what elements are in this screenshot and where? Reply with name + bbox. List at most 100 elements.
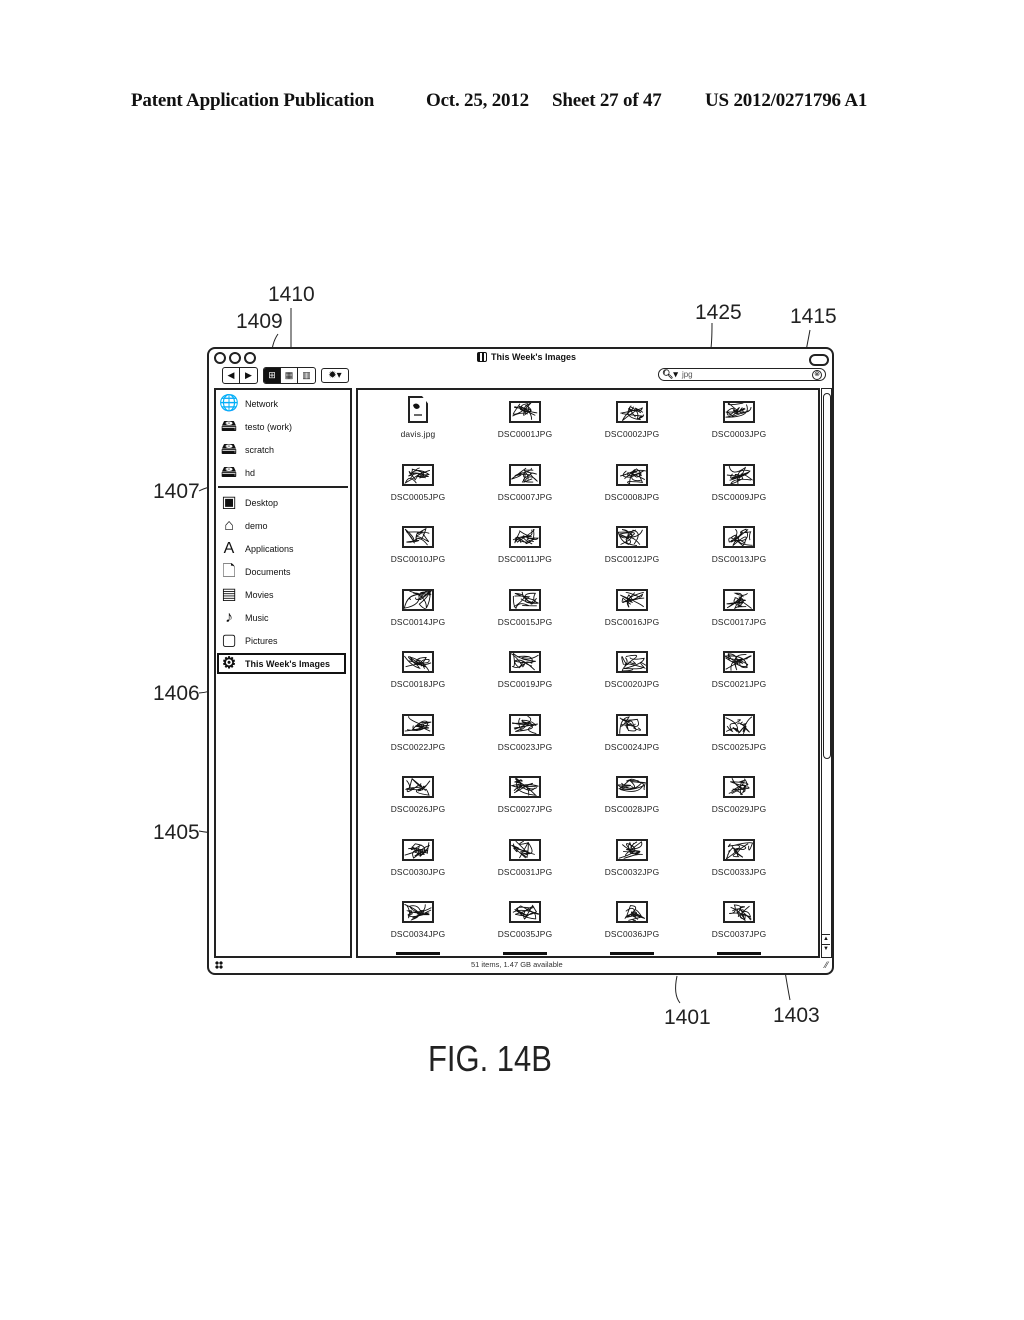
close-button[interactable] — [214, 352, 226, 364]
file-name: DSC0020JPG — [604, 679, 660, 689]
sidebar-item-movies[interactable]: ▤ Movies — [219, 584, 347, 605]
file-name: DSC0030JPG — [390, 866, 446, 877]
clear-search-icon[interactable]: ⊗ — [812, 369, 822, 380]
image-thumbnail-icon — [402, 526, 434, 548]
status-text: 51 items, 1.47 GB available — [471, 960, 563, 969]
file-item[interactable]: DSC0036JPG — [582, 896, 682, 939]
resize-grip-icon[interactable]: ⁄⁄ — [825, 960, 828, 970]
sidebar-item-documents[interactable]: 🗋 Documents — [219, 561, 347, 582]
image-thumbnail-icon — [723, 776, 755, 798]
globe-icon: 🌐 — [219, 394, 239, 412]
file-name: DSC0011JPG — [498, 554, 552, 564]
file-name: davis.jpg — [400, 429, 436, 439]
file-item[interactable]: DSC0023JPG — [475, 709, 575, 752]
file-item[interactable]: DSC0007JPG — [475, 459, 575, 502]
file-item[interactable]: DSC0015JPG — [475, 584, 575, 627]
file-item[interactable]: DSC0021JPG — [689, 646, 789, 689]
file-item[interactable]: DSC0035JPG — [475, 896, 575, 939]
search-icon[interactable]: 🔍︎▾ — [662, 369, 678, 380]
search-field[interactable]: 🔍︎▾ jpg ⊗ — [658, 368, 826, 381]
file-item[interactable]: DSC0025JPG — [689, 709, 789, 752]
file-item[interactable]: DSC0030JPG — [368, 834, 468, 877]
sidebar-item-hd[interactable]: 🖴 hd — [219, 462, 347, 483]
image-thumbnail-icon — [402, 838, 434, 861]
file-item[interactable]: DSC0001JPG — [475, 396, 575, 439]
file-item[interactable]: DSC0011JPG — [475, 521, 575, 564]
file-item[interactable]: DSC0018JPG — [368, 646, 468, 689]
file-item[interactable]: DSC0014JPG — [368, 584, 468, 627]
action-menu-button[interactable]: ✹▾ — [321, 368, 349, 383]
sidebar-item-music[interactable]: ♪ Music — [219, 607, 347, 628]
image-thumbnail-icon — [723, 713, 755, 736]
sidebar-item-label: testo (work) — [245, 421, 293, 432]
file-item[interactable]: DSC0034JPG — [368, 896, 468, 939]
sidebar-item-this-week-s-images[interactable]: ⚙ This Week's Images — [217, 653, 346, 674]
image-thumbnail-icon — [723, 838, 755, 861]
column-view-button[interactable]: ▥ — [298, 368, 315, 383]
sidebar-item-desktop[interactable]: ▣ Desktop — [219, 492, 347, 513]
list-view-button[interactable]: ▦ — [281, 368, 298, 383]
file-item[interactable]: DSC0017JPG — [689, 584, 789, 627]
forward-button[interactable]: ▶ — [240, 368, 257, 383]
file-item[interactable]: DSC0019JPG — [475, 646, 575, 689]
file-item[interactable]: DSC0029JPG — [689, 771, 789, 814]
image-thumbnail-icon — [509, 651, 541, 673]
image-thumbnail-icon — [723, 901, 755, 923]
file-item[interactable]: DSC0028JPG — [582, 771, 682, 814]
scroll-down-arrow[interactable]: ▼ — [822, 944, 830, 954]
file-name: DSC0005JPG — [390, 491, 446, 502]
file-item[interactable]: DSC0003JPG — [689, 396, 789, 439]
file-item[interactable]: DSC0026JPG — [368, 771, 468, 814]
figure-label: FIG. 14B — [428, 1038, 552, 1079]
file-item[interactable]: DSC0012JPG — [582, 521, 682, 564]
file-item[interactable]: DSC0020JPG — [582, 646, 682, 689]
partial-file-item — [503, 952, 547, 955]
file-name: DSC0009JPG — [711, 491, 767, 502]
callout-1407: 1407 — [153, 480, 200, 503]
file-item[interactable]: DSC0031JPG — [475, 834, 575, 877]
file-item[interactable]: DSC0027JPG — [475, 771, 575, 814]
image-document-icon — [408, 396, 428, 423]
file-name: DSC0008JPG — [604, 491, 660, 502]
file-item[interactable]: DSC0013JPG — [689, 521, 789, 564]
file-item[interactable]: DSC0005JPG — [368, 459, 468, 502]
leader-1401 — [675, 975, 681, 1004]
sidebar-item-scratch[interactable]: 🖴 scratch — [219, 439, 347, 460]
file-name: DSC0010JPG — [390, 554, 446, 564]
file-item[interactable]: DSC0010JPG — [368, 521, 468, 564]
sidebar-item-testo-work[interactable]: 🖴 testo (work) — [219, 416, 347, 437]
file-name: DSC0003JPG — [711, 429, 767, 439]
icon-view-button[interactable]: ⊞ — [264, 368, 281, 383]
toolbar-toggle-button[interactable] — [809, 354, 829, 366]
image-thumbnail-icon — [509, 526, 541, 548]
minimize-button[interactable] — [229, 352, 241, 364]
sidebar-item-pictures[interactable]: ▢ Pictures — [219, 630, 347, 651]
file-item[interactable]: DSC0037JPG — [689, 896, 789, 939]
image-thumbnail-icon — [402, 776, 434, 798]
file-icon-view: davis.jpg DSC0001JPG DSC0002JPG DSC0003JPG D… — [356, 388, 820, 958]
search-input[interactable]: jpg — [682, 370, 812, 379]
file-item[interactable]: DSC0009JPG — [689, 459, 789, 502]
file-item[interactable]: DSC0024JPG — [582, 709, 682, 752]
file-item[interactable]: DSC0032JPG — [582, 834, 682, 877]
file-item[interactable]: DSC0033JPG — [689, 834, 789, 877]
file-name: DSC0033JPG — [711, 866, 767, 877]
file-item[interactable]: DSC0002JPG — [582, 396, 682, 439]
file-name: DSC0035JPG — [497, 929, 553, 939]
file-item[interactable]: davis.jpg — [368, 396, 468, 439]
sidebar-item-demo[interactable]: ⌂ demo — [219, 515, 347, 536]
vertical-scrollbar[interactable]: ▲ ▼ — [821, 388, 832, 958]
scroll-thumb[interactable] — [823, 393, 831, 759]
file-item[interactable]: DSC0022JPG — [368, 709, 468, 752]
toolbar: ◀ ▶ ⊞ ▦ ▥ ✹▾ — [222, 367, 349, 384]
zoom-button[interactable] — [244, 352, 256, 364]
back-button[interactable]: ◀ — [223, 368, 240, 383]
callout-1406: 1406 — [153, 682, 200, 705]
scroll-up-arrow[interactable]: ▲ — [822, 934, 830, 944]
file-name: DSC0021JPG — [711, 679, 767, 689]
file-name: DSC0028JPG — [604, 804, 660, 814]
file-item[interactable]: DSC0016JPG — [582, 584, 682, 627]
sidebar-item-applications[interactable]: A Applications — [219, 538, 347, 559]
file-item[interactable]: DSC0008JPG — [582, 459, 682, 502]
sidebar-item-network[interactable]: 🌐 Network — [219, 393, 347, 414]
